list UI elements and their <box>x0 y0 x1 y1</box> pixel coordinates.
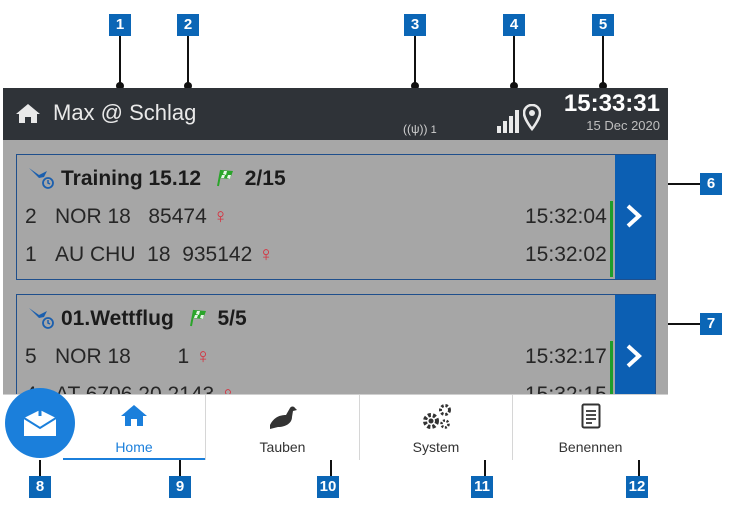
antenna-count: 1 <box>430 124 437 136</box>
tab-benennen[interactable]: Benennen <box>513 395 668 460</box>
chevron-right-icon <box>623 203 645 234</box>
leader-2 <box>187 36 189 86</box>
female-symbol: ♀ <box>258 243 274 266</box>
device-screen: Max @ Schlag ((ψ)) 1 15:33:31 15 Dec 202… <box>3 88 668 460</box>
mailbox-fab[interactable] <box>5 388 75 458</box>
document-icon <box>581 403 601 434</box>
antenna-icon: ((ψ)) <box>403 122 428 136</box>
arrival-row: 5 NOR 18 1 ♀ 15:32:17 <box>25 345 607 369</box>
mailbox-icon <box>22 406 58 445</box>
home-icon <box>120 403 148 432</box>
tab-label: Tauben <box>259 439 306 455</box>
leader-1 <box>119 36 121 86</box>
leader-3 <box>414 36 416 86</box>
callout-10: 10 <box>317 476 339 498</box>
home-icon[interactable] <box>15 102 41 129</box>
arrival-ring: NOR 18 1 <box>55 345 190 368</box>
bottom-nav: Home Tauben System Benennen <box>3 394 668 460</box>
open-flight-button[interactable] <box>615 155 655 279</box>
leader-5 <box>602 36 604 86</box>
antenna-indicator: ((ψ)) 1 <box>403 122 437 136</box>
signal-bars-icon <box>497 108 523 139</box>
finish-flag-icon <box>215 167 235 193</box>
pigeon-timer-icon <box>27 165 57 196</box>
arrival-rank: 5 <box>25 345 37 368</box>
tab-label: Home <box>115 439 153 455</box>
callout-8: 8 <box>29 476 51 498</box>
flight-count: 2/15 <box>244 167 286 190</box>
tab-label: System <box>412 439 460 455</box>
location-pin-icon <box>522 103 542 137</box>
tab-system[interactable]: System <box>360 395 512 460</box>
callout-5: 5 <box>592 14 614 36</box>
arrival-time: 15:32:02 <box>525 243 607 266</box>
callout-3: 3 <box>404 14 426 36</box>
flight-card[interactable]: Training 15.12 2/15 2 NOR 18 85474 ♀ 15:3… <box>16 154 656 280</box>
arrival-row: 2 NOR 18 85474 ♀ 15:32:04 <box>25 205 607 229</box>
callout-11: 11 <box>471 476 493 498</box>
status-indicator-bar <box>610 201 613 277</box>
callout-1: 1 <box>109 14 131 36</box>
chevron-right-icon <box>623 343 645 374</box>
flight-count: 5/5 <box>217 307 247 330</box>
flight-title: 01.Wettflug <box>61 307 174 330</box>
tab-home[interactable]: Home <box>63 395 205 460</box>
user-location-title: Max @ Schlag <box>53 100 197 125</box>
clock: 15:33:31 15 Dec 2020 <box>564 90 660 133</box>
leader-4 <box>513 36 515 86</box>
tab-tauben[interactable]: Tauben <box>206 395 359 460</box>
pigeon-timer-icon <box>27 305 57 336</box>
callout-9: 9 <box>169 476 191 498</box>
arrival-ring: NOR 18 85474 <box>55 205 207 228</box>
flight-title-line: Training 15.12 2/15 <box>61 167 286 193</box>
arrival-rank: 2 <box>25 205 37 228</box>
gears-icon <box>420 401 454 438</box>
callout-7: 7 <box>700 313 722 335</box>
arrival-time: 15:32:17 <box>525 345 607 368</box>
female-symbol: ♀ <box>212 205 229 228</box>
arrival-ring: AU CHU 18 935142 <box>55 243 253 266</box>
tab-label: Benennen <box>558 439 623 455</box>
flight-title-line: 01.Wettflug 5/5 <box>61 307 247 333</box>
arrival-rank: 1 <box>25 243 37 266</box>
callout-6: 6 <box>700 173 722 195</box>
clock-date: 15 Dec 2020 <box>586 118 660 133</box>
finish-flag-icon <box>188 307 208 333</box>
callout-2: 2 <box>177 14 199 36</box>
clock-time: 15:33:31 <box>563 90 660 117</box>
callout-4: 4 <box>503 14 525 36</box>
status-bar: Max @ Schlag ((ψ)) 1 15:33:31 15 Dec 202… <box>3 88 668 140</box>
pigeon-icon <box>266 403 300 436</box>
arrival-row: 1 AU CHU 18 935142 ♀ 15:32:02 <box>25 243 607 267</box>
flight-title: Training 15.12 <box>61 167 202 190</box>
arrival-time: 15:32:04 <box>525 205 607 228</box>
callout-12: 12 <box>626 476 648 498</box>
female-symbol: ♀ <box>195 345 211 368</box>
